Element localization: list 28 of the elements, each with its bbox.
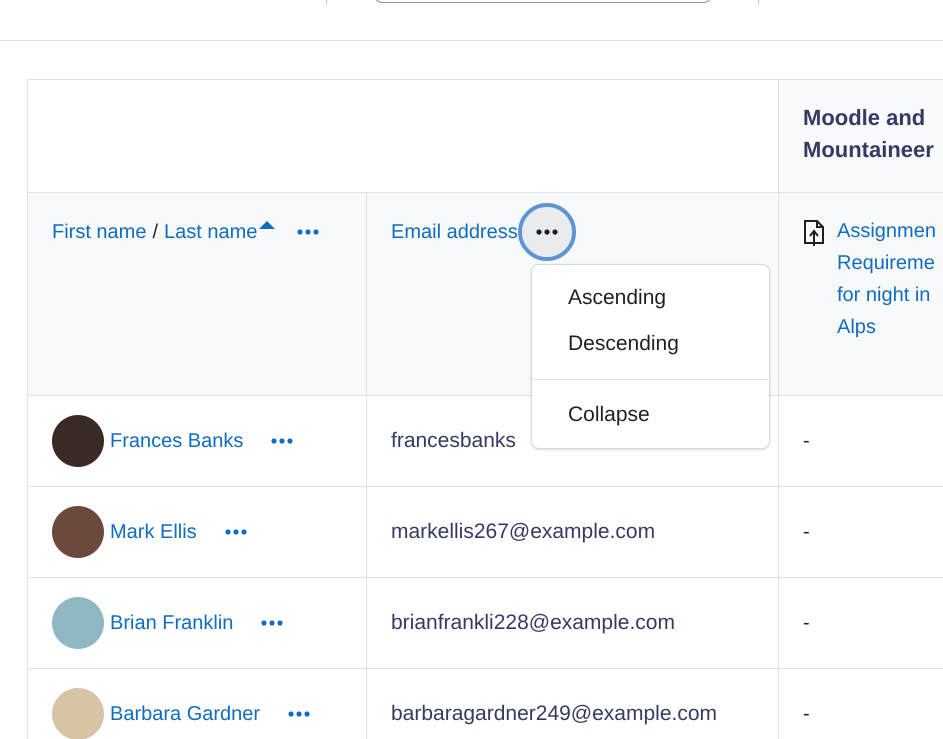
table-cell: - — [779, 487, 943, 578]
more-options-icon — [224, 529, 247, 535]
more-options-icon — [261, 620, 284, 626]
assignment-link[interactable]: Assignmen Requireme for night in Alps — [837, 215, 936, 343]
sort-link[interactable]: Last name — [164, 218, 258, 246]
table-cell: - — [779, 396, 943, 487]
table-cell: markellis267@example.com — [367, 487, 779, 578]
menu-item[interactable]: Collapse — [532, 392, 769, 438]
menu-item[interactable]: Descending — [532, 321, 769, 367]
more-options-icon — [288, 711, 310, 717]
more-options-icon — [297, 229, 320, 235]
more-options-icon — [271, 438, 294, 444]
more-options-icon — [536, 229, 558, 235]
sort-link[interactable]: Email address — [391, 218, 518, 246]
user-link[interactable]: Frances Banks — [110, 426, 244, 456]
user-link[interactable]: Mark Ellis — [110, 517, 197, 547]
sort-ascending-icon — [259, 220, 276, 229]
table-cell: barbaragardner249@example.com — [367, 669, 779, 739]
table-cell: - — [779, 578, 943, 669]
user-link[interactable]: Brian Franklin — [110, 608, 234, 638]
user-link[interactable]: Barbara Gardner — [110, 699, 260, 729]
sort-link[interactable]: First name — [52, 218, 146, 246]
course-title: Moodle and Mountaineer — [803, 104, 935, 164]
menu-item[interactable]: Ascending — [532, 275, 769, 321]
table-cell: brianfrankli228@example.com — [367, 578, 779, 669]
file-upload-icon — [803, 220, 825, 246]
table-cell: - — [779, 669, 943, 739]
separator: / — [151, 220, 160, 245]
